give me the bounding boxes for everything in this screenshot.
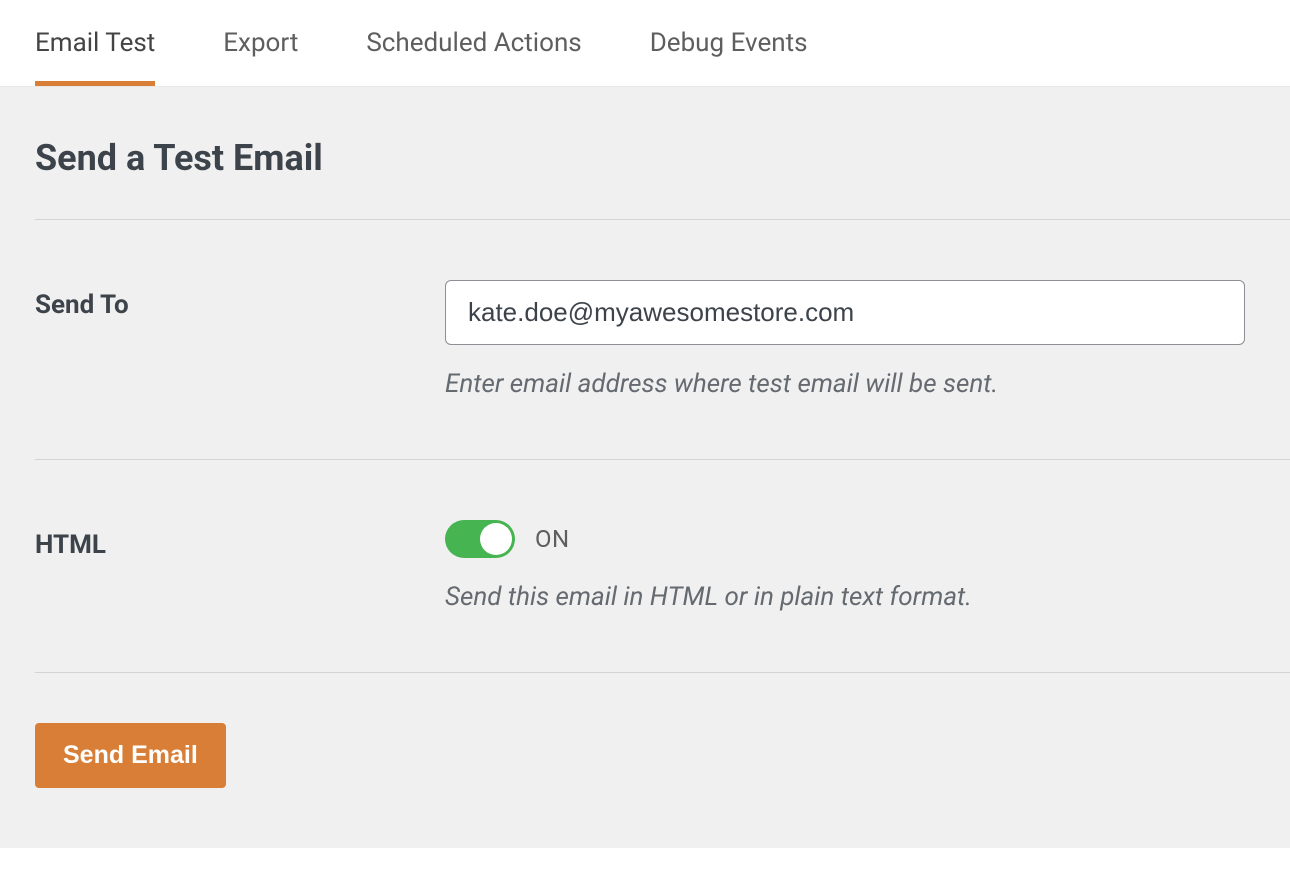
send-to-help: Enter email address where test email wil… bbox=[445, 369, 1255, 399]
button-row: Send Email bbox=[0, 673, 1290, 788]
html-label: HTML bbox=[35, 520, 445, 560]
tab-debug-events[interactable]: Debug Events bbox=[650, 0, 808, 86]
send-to-label: Send To bbox=[35, 280, 445, 320]
toggle-handle bbox=[480, 523, 512, 555]
html-control-area: ON Send this email in HTML or in plain t… bbox=[445, 520, 1255, 612]
form-row-html: HTML ON Send this email in HTML or in pl… bbox=[0, 460, 1290, 672]
html-help: Send this email in HTML or in plain text… bbox=[445, 582, 1255, 612]
content-area: Send a Test Email Send To Enter email ad… bbox=[0, 87, 1290, 848]
tab-export[interactable]: Export bbox=[223, 0, 298, 86]
page-title: Send a Test Email bbox=[0, 87, 1290, 219]
html-toggle-state: ON bbox=[535, 525, 570, 553]
form-row-send-to: Send To Enter email address where test e… bbox=[0, 220, 1290, 459]
send-to-control-area: Enter email address where test email wil… bbox=[445, 280, 1255, 399]
send-to-input[interactable] bbox=[445, 280, 1245, 345]
html-toggle[interactable] bbox=[445, 520, 515, 558]
toggle-row: ON bbox=[445, 520, 1255, 558]
send-email-button[interactable]: Send Email bbox=[35, 723, 226, 788]
tab-scheduled-actions[interactable]: Scheduled Actions bbox=[366, 0, 581, 86]
tab-email-test[interactable]: Email Test bbox=[35, 0, 155, 86]
tabs-container: Email Test Export Scheduled Actions Debu… bbox=[0, 0, 1290, 87]
